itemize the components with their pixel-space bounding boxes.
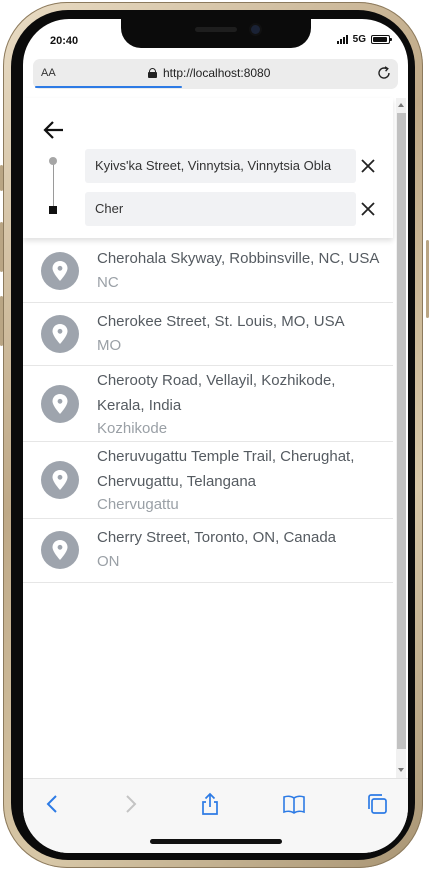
- home-indicator[interactable]: [150, 839, 282, 844]
- url-text: http://localhost:8080: [163, 66, 271, 80]
- tabs-icon[interactable]: [365, 792, 389, 816]
- power-button: [426, 240, 429, 318]
- clear-destination-icon[interactable]: [359, 200, 377, 218]
- battery-icon: [371, 35, 392, 44]
- suggestion-item[interactable]: Cherohala Skyway, Robbinsville, NC, USA …: [23, 240, 393, 303]
- page-load-progress: [35, 86, 182, 88]
- notch: [121, 19, 311, 48]
- suggestion-title: Cherohala Skyway, Robbinsville, NC, USA: [97, 250, 380, 267]
- suggestion-title: Cheruvugattu Temple Trail, Cherughat, Ch…: [97, 448, 355, 490]
- share-icon[interactable]: [198, 792, 222, 816]
- destination-marker: [49, 206, 57, 214]
- address-bar[interactable]: AA http://localhost:8080: [33, 59, 398, 89]
- bookmarks-icon[interactable]: [282, 792, 306, 816]
- suggestion-list: Cherohala Skyway, Robbinsville, NC, USA …: [23, 240, 393, 583]
- signal-icon: [336, 35, 348, 44]
- suggestion-item[interactable]: Cheruvugattu Temple Trail, Cherughat, Ch…: [23, 442, 393, 519]
- front-camera: [251, 25, 260, 34]
- scroll-down-arrow[interactable]: [398, 768, 404, 772]
- status-indicators: 5G: [336, 34, 392, 45]
- location-pin-icon: [41, 531, 79, 569]
- volume-down-button: [0, 296, 3, 346]
- mute-switch: [0, 165, 3, 191]
- reload-icon[interactable]: [376, 65, 392, 81]
- scroll-thumb[interactable]: [397, 113, 406, 749]
- suggestion-title: Cherokee Street, St. Louis, MO, USA: [97, 313, 345, 330]
- location-pin-icon: [41, 385, 79, 423]
- destination-input[interactable]: Cher: [85, 192, 356, 226]
- forward-icon[interactable]: [118, 792, 142, 816]
- lock-icon: [148, 68, 157, 78]
- suggestion-title: Cherry Street, Toronto, ON, Canada: [97, 529, 337, 546]
- phone-screen: 20:40 5G AA http://localhost:8080 Kyivs'…: [23, 19, 408, 853]
- page-scrollbar[interactable]: [396, 98, 406, 778]
- speaker: [195, 27, 237, 32]
- suggestion-subtitle: MO: [97, 337, 122, 354]
- route-connector: [53, 160, 54, 208]
- suggestion-title: Cherooty Road, Vellayil, Kozhikode, Kera…: [97, 372, 336, 414]
- volume-up-button: [0, 222, 3, 272]
- location-pin-icon: [41, 315, 79, 353]
- back-icon[interactable]: [41, 792, 65, 816]
- suggestion-subtitle: NC: [97, 274, 119, 291]
- origin-input[interactable]: Kyivs'ka Street, Vinnytsia, Vinnytsia Ob…: [85, 149, 356, 183]
- suggestion-item[interactable]: Cherooty Road, Vellayil, Kozhikode, Kera…: [23, 366, 393, 442]
- suggestion-subtitle: ON: [97, 553, 120, 570]
- url-display[interactable]: http://localhost:8080: [148, 66, 270, 80]
- back-arrow-icon[interactable]: [41, 117, 67, 143]
- location-pin-icon: [41, 252, 79, 290]
- suggestion-item[interactable]: Cherokee Street, St. Louis, MO, USA MO: [23, 303, 393, 366]
- clear-origin-icon[interactable]: [359, 157, 377, 175]
- scroll-up-arrow[interactable]: [398, 103, 404, 107]
- suggestion-item[interactable]: Cherry Street, Toronto, ON, Canada ON: [23, 519, 393, 583]
- origin-marker: [49, 157, 57, 165]
- suggestion-subtitle: Kozhikode: [97, 420, 168, 437]
- web-page: Kyivs'ka Street, Vinnytsia, Vinnytsia Ob…: [23, 98, 408, 778]
- location-pin-icon: [41, 461, 79, 499]
- route-panel: Kyivs'ka Street, Vinnytsia, Vinnytsia Ob…: [23, 98, 393, 238]
- status-time: 20:40: [50, 35, 79, 47]
- suggestion-subtitle: Chervugattu: [97, 496, 179, 513]
- network-type: 5G: [352, 34, 366, 45]
- reader-options-button[interactable]: AA: [41, 67, 56, 79]
